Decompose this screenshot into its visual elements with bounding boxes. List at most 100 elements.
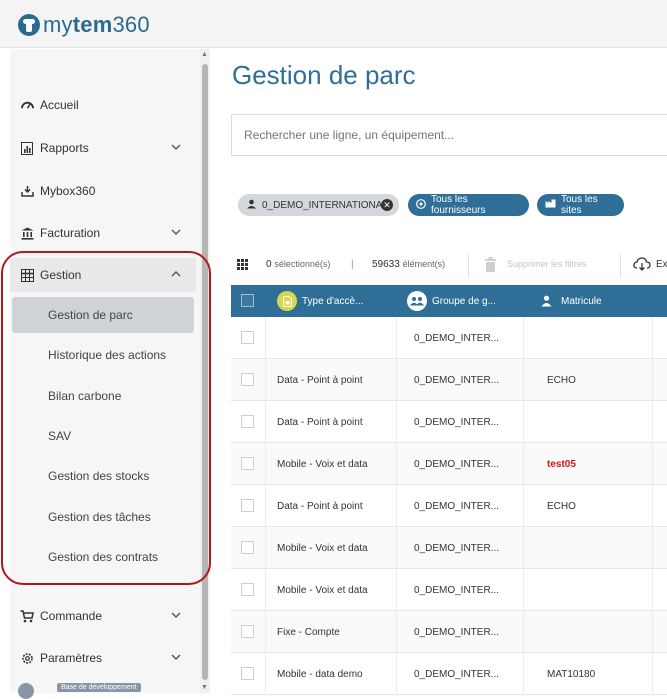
sidebar-item-label: Paramètres [40, 651, 103, 665]
column-divider [523, 401, 524, 443]
sidebar-item-label: Rapports [40, 141, 89, 155]
trash-icon [484, 256, 497, 274]
column-divider [265, 569, 266, 611]
row-checkbox[interactable] [241, 373, 254, 386]
table-row[interactable]: Data - Point à point 0_DEMO_INTER... ECH… [231, 359, 667, 401]
dev-environment-badge: Base de développement [57, 683, 141, 692]
sidebar-subitem-gestion-de-parc[interactable]: Gestion de parc [12, 297, 194, 333]
column-divider [396, 359, 397, 401]
logo-icon [18, 14, 40, 36]
sidebar-item-mybox360[interactable]: Mybox360 [10, 174, 196, 208]
table-row[interactable]: Fixe - Compte 0_DEMO_INTER... [231, 611, 667, 653]
column-divider [265, 485, 266, 527]
sidebar-item-gestion[interactable]: Gestion [10, 258, 196, 292]
column-header-label: Groupe de g... [432, 295, 496, 307]
row-checkbox[interactable] [241, 541, 254, 554]
cell-groupe: 0_DEMO_INTER... [414, 500, 500, 512]
row-checkbox[interactable] [241, 331, 254, 344]
cell-type-acces: Data - Point à point [277, 500, 363, 512]
column-divider [523, 317, 524, 359]
inbox-tray-icon [20, 184, 34, 198]
column-divider [652, 653, 653, 695]
sidebar-subitem-sav[interactable]: SAV [12, 418, 194, 454]
column-header-matricule[interactable]: Matricule [536, 285, 602, 317]
row-checkbox[interactable] [241, 415, 254, 428]
table-row[interactable]: Data - Point à point 0_DEMO_INTER... [231, 401, 667, 443]
close-icon[interactable]: ✕ [381, 199, 393, 211]
column-divider [523, 611, 524, 653]
search-input[interactable] [231, 114, 667, 156]
column-divider [652, 443, 653, 485]
column-grid-icon[interactable] [237, 259, 248, 273]
table-row[interactable]: Mobile - Voix et data 0_DEMO_INTER... [231, 527, 667, 569]
sidebar-item-facturation[interactable]: Facturation [10, 216, 196, 250]
column-divider [652, 569, 653, 611]
column-divider [652, 485, 653, 527]
column-divider [396, 317, 397, 359]
cell-type-acces: Mobile - Voix et data [277, 584, 368, 596]
column-divider [396, 485, 397, 527]
column-divider [652, 611, 653, 653]
toolbar-separator: | [351, 259, 354, 270]
sidebar-item-accueil[interactable]: Accueil [10, 88, 196, 122]
export-button[interactable]: Ex [656, 259, 667, 270]
chevron-down-icon[interactable] [170, 651, 182, 663]
top-bar: mytem360 [0, 0, 667, 48]
mytem360-logo[interactable]: mytem360 [18, 12, 150, 38]
row-checkbox[interactable] [241, 667, 254, 680]
row-checkbox[interactable] [241, 457, 254, 470]
cell-groupe: 0_DEMO_INTER... [414, 542, 500, 554]
column-header-type-acces[interactable]: Type d'accè... [277, 285, 363, 317]
cell-groupe: 0_DEMO_INTER... [414, 668, 500, 680]
table-row[interactable]: 0_DEMO_INTER... [231, 317, 667, 359]
toolbar-divider [620, 254, 621, 278]
sites-filter-chip[interactable]: Tous les sites [537, 194, 624, 216]
factory-icon [545, 199, 556, 211]
column-divider [265, 317, 266, 359]
row-checkbox[interactable] [241, 625, 254, 638]
cell-type-acces: Data - Point à point [277, 416, 363, 428]
column-divider [652, 317, 653, 359]
chevron-down-icon[interactable] [170, 141, 182, 153]
page-title: Gestion de parc [232, 60, 416, 90]
sidebar-item-parametres[interactable]: Paramètres [10, 641, 196, 675]
column-divider [523, 485, 524, 527]
chevron-down-icon[interactable] [170, 609, 182, 621]
sidebar-item-commande[interactable]: Commande [10, 599, 196, 633]
table-row[interactable]: Data - Point à point 0_DEMO_INTER... ECH… [231, 485, 667, 527]
column-divider [265, 359, 266, 401]
scroll-up-arrow-icon[interactable]: ▲ [201, 51, 208, 58]
row-checkbox[interactable] [241, 583, 254, 596]
client-filter-chip[interactable]: 0_DEMO_INTERNATIONAL ✕ [238, 194, 399, 216]
client-user-icon [246, 199, 257, 212]
cell-groupe: 0_DEMO_INTER... [414, 458, 500, 470]
table-row[interactable]: Mobile - data demo 0_DEMO_INTER... MAT10… [231, 653, 667, 695]
sidebar-item-rapports[interactable]: Rapports [10, 131, 196, 165]
dashboard-gauge-icon [20, 98, 34, 112]
sidebar-subitem-gestion-des-stocks[interactable]: Gestion des stocks [12, 458, 194, 494]
element-count-label: élément(s) [402, 259, 446, 269]
select-all-checkbox[interactable] [241, 294, 254, 307]
column-header-groupe[interactable]: Groupe de g... [407, 285, 496, 317]
sidebar-subitem-historique-des-actions[interactable]: Historique des actions [12, 337, 194, 373]
sim-card-icon [277, 291, 297, 311]
chevron-up-icon[interactable] [170, 268, 182, 280]
sidebar-subitem-bilan-carbone[interactable]: Bilan carbone [12, 378, 194, 414]
sidebar-subitem-gestion-des-contrats[interactable]: Gestion des contrats [12, 539, 194, 575]
clear-filters-button[interactable]: Supprimer les filtres [507, 259, 587, 269]
cell-type-acces: Mobile - data demo [277, 668, 363, 680]
user-avatar[interactable] [18, 683, 34, 699]
row-checkbox[interactable] [241, 499, 254, 512]
providers-filter-chip[interactable]: Tous les fournisseurs [408, 194, 529, 216]
table-row[interactable]: Mobile - Voix et data 0_DEMO_INTER... [231, 569, 667, 611]
scroll-down-arrow-icon[interactable]: ▼ [201, 684, 208, 691]
toolbar-divider [468, 254, 469, 278]
cloud-download-icon[interactable] [633, 257, 651, 274]
sidebar-scroll-thumb[interactable] [202, 64, 208, 680]
cell-groupe: 0_DEMO_INTER... [414, 416, 500, 428]
sidebar-subitem-gestion-des-taches[interactable]: Gestion des tâches [12, 499, 194, 535]
chevron-down-icon[interactable] [170, 226, 182, 238]
cell-matricule: ECHO [547, 374, 576, 386]
table-row[interactable]: Mobile - Voix et data 0_DEMO_INTER... te… [231, 443, 667, 485]
sites-filter-label: Tous les sites [561, 194, 598, 216]
